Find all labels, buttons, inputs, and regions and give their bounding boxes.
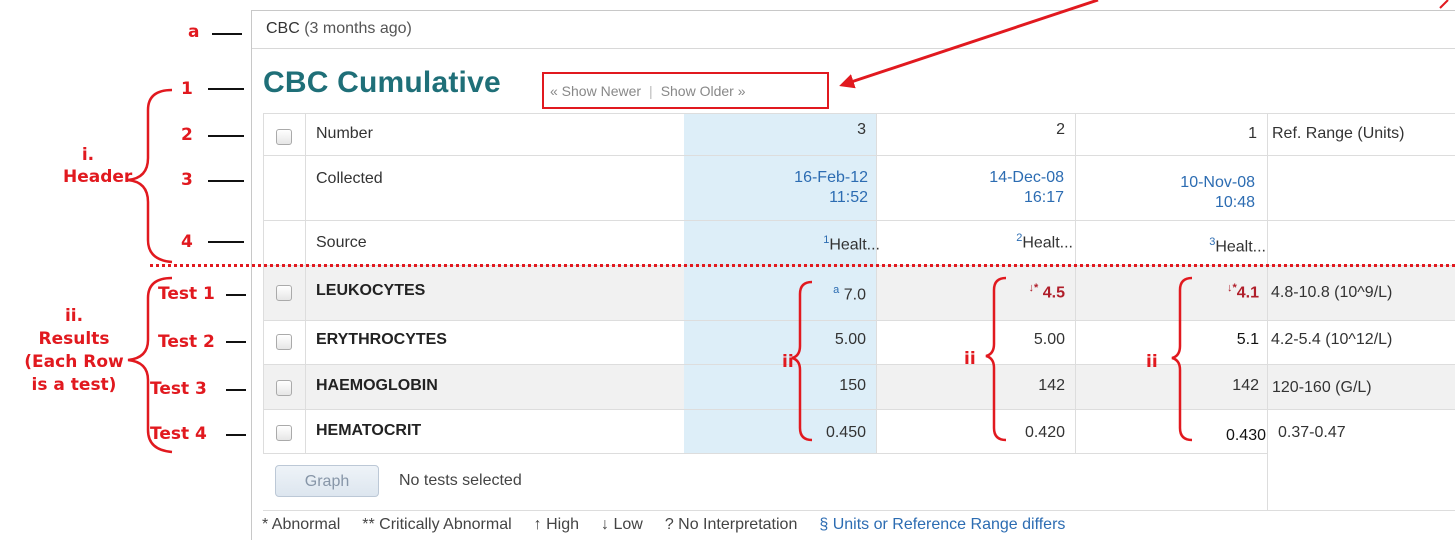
header-brace: [127, 88, 173, 264]
col2-results-brace: [985, 276, 1007, 442]
results-brace: [127, 276, 173, 454]
arrow-fragment: [1439, 0, 1449, 9]
arrow-to-nav: [839, 0, 1099, 89]
col1-results-brace: [1171, 276, 1193, 442]
annotation-overlay: [127, 0, 1449, 454]
col3-results-brace: [791, 280, 813, 442]
